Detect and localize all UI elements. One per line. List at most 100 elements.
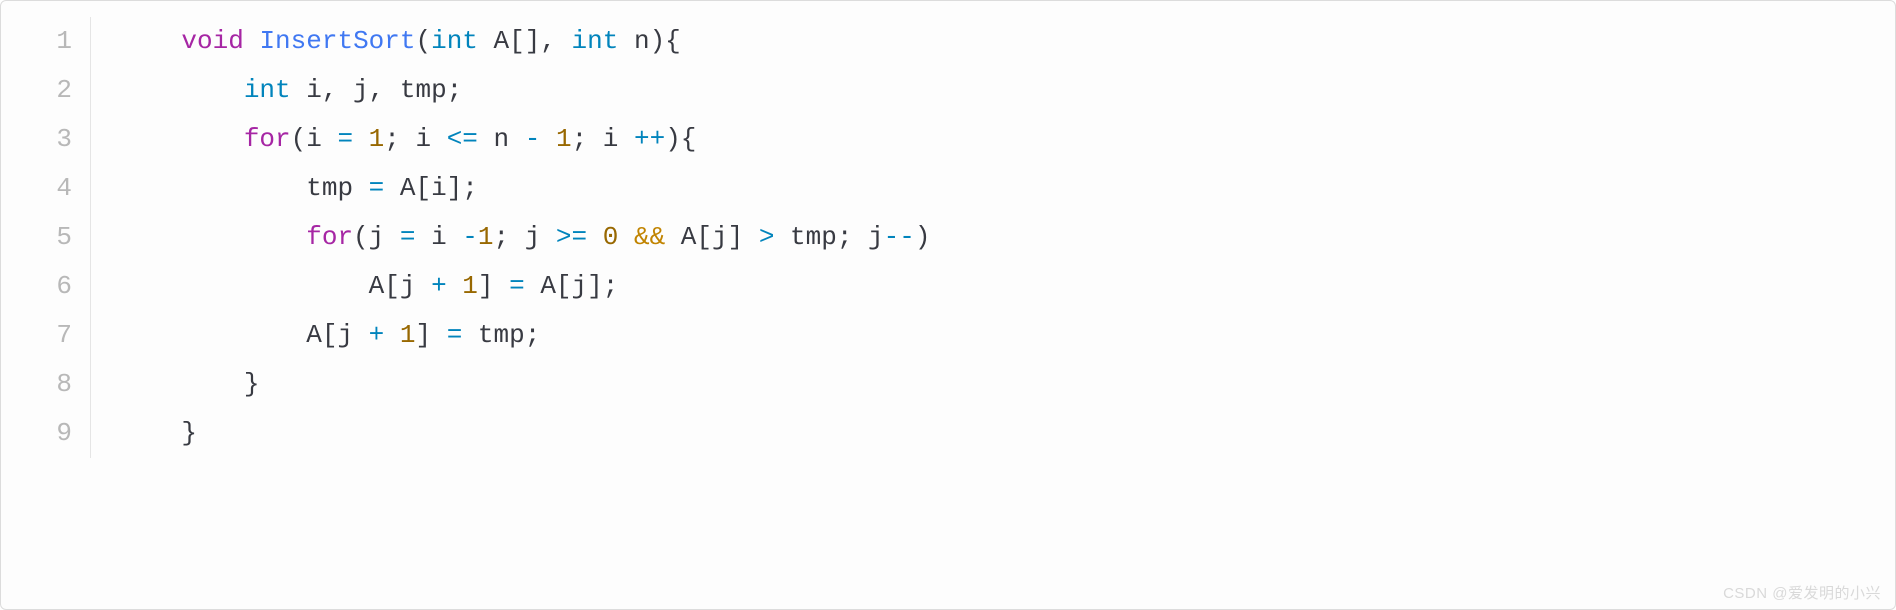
indent xyxy=(119,369,244,399)
token: n xyxy=(618,26,649,56)
code-block: 1 void InsertSort(int A[], int n){2 int … xyxy=(0,0,1896,610)
token xyxy=(384,320,400,350)
token: ] xyxy=(478,271,509,301)
token: ){ xyxy=(665,124,696,154)
token: = xyxy=(509,271,525,301)
code-line: 4 tmp = A[i]; xyxy=(1,164,1895,213)
token: = xyxy=(369,173,385,203)
token: ) xyxy=(915,222,931,252)
token: A[i]; xyxy=(384,173,478,203)
indent xyxy=(119,320,306,350)
token: 1 xyxy=(369,124,385,154)
line-number: 5 xyxy=(1,213,91,262)
code-content: A[j + 1] = tmp; xyxy=(119,311,540,360)
indent xyxy=(119,418,181,448)
token: 1 xyxy=(400,320,416,350)
token: 1 xyxy=(478,222,494,252)
token: n xyxy=(478,124,525,154)
code-line: 2 int i, j, tmp; xyxy=(1,66,1895,115)
token: ; j xyxy=(494,222,556,252)
code-content: for(i = 1; i <= n - 1; i ++){ xyxy=(119,115,696,164)
line-number: 4 xyxy=(1,164,91,213)
token: ( xyxy=(415,26,431,56)
token: tmp; xyxy=(462,320,540,350)
code-line: 3 for(i = 1; i <= n - 1; i ++){ xyxy=(1,115,1895,164)
token xyxy=(244,26,260,56)
token xyxy=(353,124,369,154)
code-content: } xyxy=(119,409,197,458)
token: ++ xyxy=(634,124,665,154)
token: A[j] xyxy=(665,222,759,252)
token: ] xyxy=(415,320,446,350)
token: + xyxy=(369,320,385,350)
code-content: A[j + 1] = A[j]; xyxy=(119,262,618,311)
token: 1 xyxy=(556,124,572,154)
indent xyxy=(119,173,306,203)
token: > xyxy=(759,222,775,252)
token xyxy=(447,271,463,301)
indent xyxy=(119,75,244,105)
line-number: 7 xyxy=(1,311,91,360)
token: = xyxy=(400,222,416,252)
token: - xyxy=(462,222,478,252)
token: >= xyxy=(556,222,587,252)
token: } xyxy=(181,418,197,448)
code-line: 1 void InsertSort(int A[], int n){ xyxy=(1,17,1895,66)
token: } xyxy=(244,369,260,399)
token: = xyxy=(337,124,353,154)
token: A[j]; xyxy=(525,271,619,301)
code-content: for(j = i -1; j >= 0 && A[j] > tmp; j--) xyxy=(119,213,930,262)
token xyxy=(587,222,603,252)
token: InsertSort xyxy=(259,26,415,56)
code-content: tmp = A[i]; xyxy=(119,164,478,213)
token: int xyxy=(431,26,478,56)
code-line: 8 } xyxy=(1,360,1895,409)
token: -- xyxy=(884,222,915,252)
indent xyxy=(119,222,306,252)
code-content: int i, j, tmp; xyxy=(119,66,462,115)
indent xyxy=(119,26,181,56)
token: (i xyxy=(291,124,338,154)
token: A[j xyxy=(306,320,368,350)
token: tmp; j xyxy=(774,222,883,252)
code-line: 7 A[j + 1] = tmp; xyxy=(1,311,1895,360)
token: tmp xyxy=(306,173,368,203)
token: { xyxy=(665,26,681,56)
token: for xyxy=(306,222,353,252)
token: (j xyxy=(353,222,400,252)
line-number: 2 xyxy=(1,66,91,115)
code-content: } xyxy=(119,360,259,409)
token: A[], xyxy=(478,26,572,56)
token: i xyxy=(415,222,462,252)
token: ; i xyxy=(572,124,634,154)
token: int xyxy=(244,75,291,105)
line-number: 6 xyxy=(1,262,91,311)
token: <= xyxy=(447,124,478,154)
line-number: 3 xyxy=(1,115,91,164)
token: void xyxy=(181,26,243,56)
token: int xyxy=(572,26,619,56)
code-content: void InsertSort(int A[], int n){ xyxy=(119,17,681,66)
token: = xyxy=(447,320,463,350)
code-line: 5 for(j = i -1; j >= 0 && A[j] > tmp; j-… xyxy=(1,213,1895,262)
line-number: 9 xyxy=(1,409,91,458)
line-number: 1 xyxy=(1,17,91,66)
token: ) xyxy=(650,26,666,56)
indent xyxy=(119,124,244,154)
token: + xyxy=(431,271,447,301)
token: && xyxy=(634,222,665,252)
indent xyxy=(119,271,369,301)
token: 1 xyxy=(462,271,478,301)
token: A[j xyxy=(369,271,431,301)
token: 0 xyxy=(603,222,619,252)
token: i, j, tmp; xyxy=(291,75,463,105)
token: - xyxy=(525,124,541,154)
token xyxy=(540,124,556,154)
token: for xyxy=(244,124,291,154)
code-line: 9 } xyxy=(1,409,1895,458)
code-line: 6 A[j + 1] = A[j]; xyxy=(1,262,1895,311)
token xyxy=(618,222,634,252)
line-number: 8 xyxy=(1,360,91,409)
token: ; i xyxy=(384,124,446,154)
watermark-text: CSDN @爱发明的小兴 xyxy=(1723,582,1881,603)
